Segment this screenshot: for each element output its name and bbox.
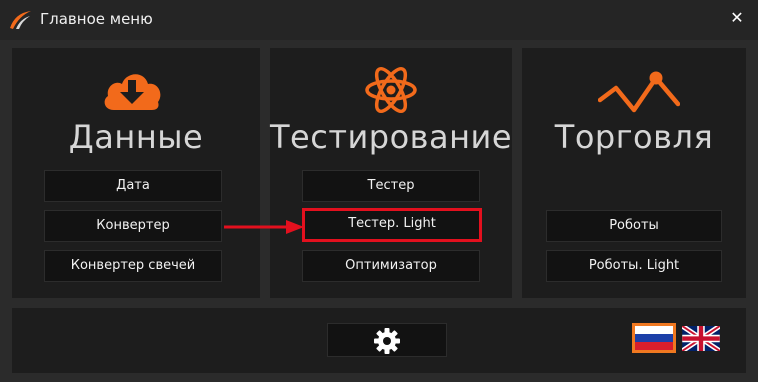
app-logo-icon bbox=[10, 11, 31, 29]
optimizer-button[interactable]: Оптимизатор bbox=[302, 250, 480, 282]
robots-light-button[interactable]: Роботы. Light bbox=[546, 250, 722, 282]
tester-light-button[interactable]: Тестер. Light bbox=[302, 208, 482, 242]
trading-panel: Торговля Роботы Роботы. Light bbox=[522, 48, 746, 298]
settings-button[interactable] bbox=[327, 323, 447, 357]
tester-button[interactable]: Тестер bbox=[302, 170, 480, 202]
russian-language-flag[interactable] bbox=[632, 323, 676, 353]
data-button[interactable]: Дата bbox=[44, 170, 222, 202]
gear-icon bbox=[374, 328, 400, 354]
trading-heading: Торговля bbox=[554, 118, 714, 156]
data-panel: Данные Дата Конвертер Конвертер свечей bbox=[12, 48, 260, 298]
testing-heading: Тестирование bbox=[270, 118, 513, 156]
testing-panel: Тестирование Тестер Тестер. Light Оптими… bbox=[270, 48, 512, 298]
data-heading: Данные bbox=[68, 118, 204, 156]
trend-line-icon bbox=[598, 71, 680, 113]
footer-panel bbox=[12, 308, 746, 373]
english-language-flag[interactable] bbox=[682, 326, 720, 351]
title-bar: Главное меню ✕ bbox=[0, 0, 758, 40]
robots-button[interactable]: Роботы bbox=[546, 210, 722, 242]
annotation-arrow bbox=[224, 220, 304, 234]
window-title: Главное меню bbox=[40, 10, 153, 28]
download-cloud-icon bbox=[104, 74, 161, 110]
candle-converter-button[interactable]: Конвертер свечей bbox=[44, 250, 222, 282]
close-button[interactable]: ✕ bbox=[724, 6, 750, 30]
atom-icon bbox=[365, 66, 417, 114]
converter-button[interactable]: Конвертер bbox=[44, 210, 222, 242]
